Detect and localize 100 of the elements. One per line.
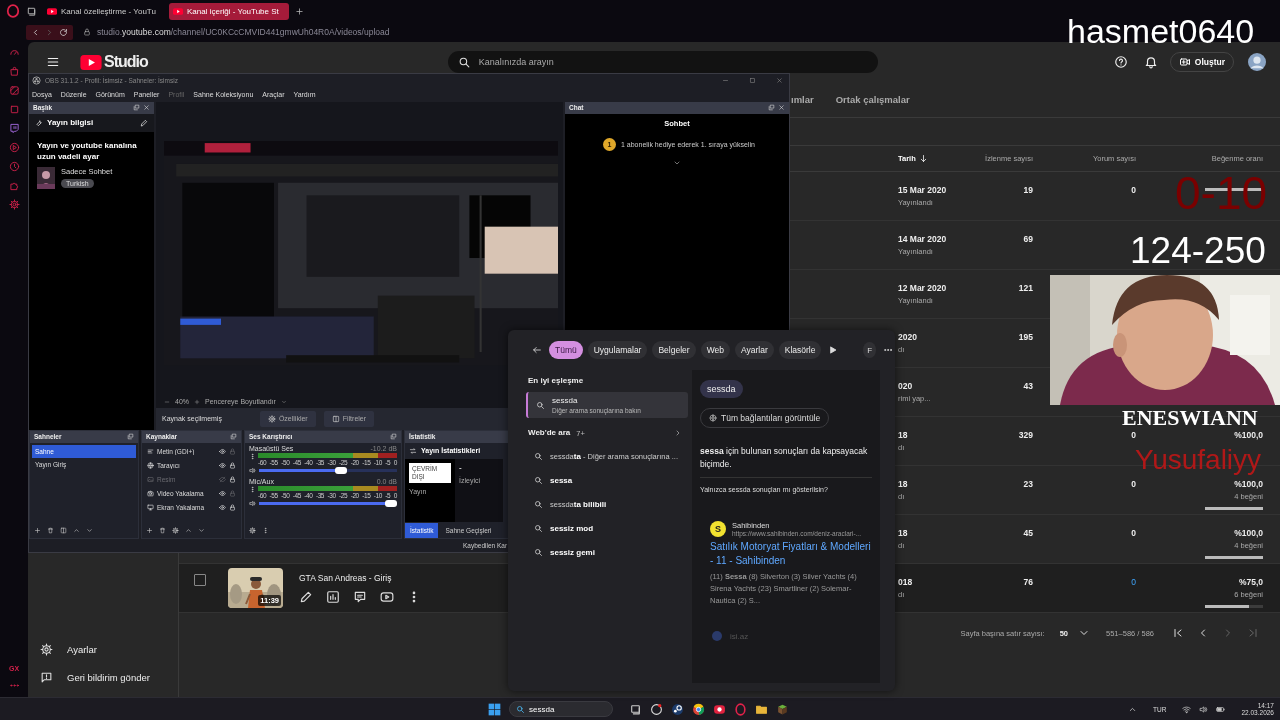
play-logo-icon[interactable]	[80, 54, 102, 70]
checkbox[interactable]	[194, 574, 206, 586]
eye-icon[interactable]	[219, 462, 226, 469]
float-icon[interactable]	[390, 433, 397, 440]
menu-icon[interactable]	[46, 55, 60, 69]
filter-icon[interactable]	[60, 526, 67, 534]
filter-chip[interactable]: Tümü	[549, 341, 583, 359]
filter-chip[interactable]: Web	[700, 341, 730, 359]
chat-icon[interactable]	[8, 123, 20, 134]
float-icon[interactable]	[133, 104, 140, 112]
eye-icon[interactable]	[219, 504, 226, 511]
search-icon	[534, 475, 543, 485]
edit-icon[interactable]	[140, 118, 148, 127]
battery-icon[interactable]	[1216, 704, 1226, 714]
striped-box-icon[interactable]	[8, 85, 20, 96]
round-app-icon[interactable]	[650, 702, 663, 716]
chevron-right-icon[interactable]	[674, 429, 682, 437]
move-up-icon[interactable]	[73, 526, 80, 534]
taskbar-search-field[interactable]: sessda	[509, 701, 613, 717]
filter-chip[interactable]: Klasörle	[778, 341, 822, 359]
move-down-icon[interactable]	[86, 526, 93, 534]
round-app-icon[interactable]	[713, 702, 726, 716]
more-icon[interactable]	[262, 526, 269, 534]
reload-icon[interactable]	[59, 27, 68, 37]
maximize-icon[interactable]	[749, 77, 756, 85]
add-icon[interactable]	[146, 526, 153, 534]
avatar[interactable]	[1248, 53, 1266, 71]
lock-icon[interactable]	[229, 462, 236, 469]
square-icon[interactable]	[8, 104, 20, 115]
notification-icon[interactable]	[1143, 55, 1158, 69]
content-tab[interactable]: ımlar	[791, 85, 814, 114]
address-field[interactable]: studio.youtube.com/channel/UC0KCcCMVID441gmwUh04R0A/videos/upload	[97, 27, 390, 37]
browser-tab[interactable]: Kanal içeriği - YouTube St	[169, 2, 289, 20]
play-icon[interactable]	[828, 345, 839, 355]
eye-icon[interactable]	[219, 490, 226, 497]
search-suggestion[interactable]: sessa	[550, 475, 573, 485]
search-icon[interactable]	[457, 55, 471, 69]
slider-thumb[interactable]	[385, 500, 397, 507]
round-app-icon[interactable]	[692, 702, 705, 716]
close-icon[interactable]	[776, 77, 783, 85]
speaker-icon[interactable]	[249, 467, 256, 474]
back-icon[interactable]	[532, 345, 542, 355]
filter-chip[interactable]: Uygulamalar	[587, 341, 648, 359]
sidebar-item[interactable]: Geri bildirim gönder	[28, 663, 178, 691]
float-icon[interactable]	[127, 433, 134, 440]
content-tab[interactable]: Ortak çalışmalar	[835, 85, 910, 114]
comment-icon[interactable]	[353, 589, 367, 604]
round-app-icon[interactable]	[671, 702, 684, 716]
close-icon[interactable]	[778, 104, 785, 112]
filter-chip[interactable]: Belgeler	[652, 341, 696, 359]
more-icon[interactable]	[249, 485, 256, 493]
move-down-icon[interactable]	[198, 526, 205, 534]
search-suggestion[interactable]: sessiz mod	[550, 523, 594, 533]
close-icon[interactable]	[143, 104, 150, 112]
filter-chip[interactable]: Ayarlar	[734, 341, 774, 359]
lock-icon[interactable]	[229, 504, 236, 511]
wifi-icon[interactable]	[1182, 704, 1192, 714]
browser-logo-icon[interactable]	[734, 702, 747, 716]
add-icon[interactable]	[34, 526, 41, 534]
task-view-icon[interactable]	[629, 702, 642, 716]
settings-icon[interactable]	[8, 199, 20, 210]
delete-icon[interactable]	[47, 526, 54, 534]
float-icon[interactable]	[230, 433, 237, 440]
volume-icon[interactable]	[1199, 704, 1209, 714]
volume-slider[interactable]	[259, 500, 397, 507]
more-icon[interactable]	[249, 452, 256, 460]
slider-thumb[interactable]	[334, 467, 347, 474]
search-field[interactable]: Kanalınızda arayın	[447, 51, 878, 73]
puzzle-icon[interactable]	[8, 180, 20, 191]
create-button[interactable]: Oluştur	[1169, 52, 1234, 72]
overlay-name: Yusufaliyy	[1135, 446, 1262, 474]
delete-icon[interactable]	[159, 526, 166, 534]
lock-icon[interactable]	[229, 476, 236, 483]
like-ratio: %100,0	[1234, 430, 1263, 440]
first-page-icon[interactable]	[1172, 627, 1184, 639]
account-button[interactable]: F	[863, 342, 876, 358]
eye-icon[interactable]	[219, 448, 226, 455]
section-heading: Web'de ara	[527, 427, 571, 439]
sidebar-item[interactable]: Ayarlar	[28, 635, 178, 663]
tab-overview-icon[interactable]	[26, 5, 37, 17]
new-tab-icon[interactable]	[295, 6, 304, 16]
speaker-icon[interactable]	[249, 500, 256, 507]
start-icon[interactable]	[488, 702, 501, 716]
help-icon[interactable]	[1113, 55, 1128, 69]
edit-icon[interactable]	[299, 589, 313, 604]
search-suggestion[interactable]: sessiz gemi	[550, 547, 595, 557]
back-icon[interactable]	[31, 27, 40, 37]
comment-count[interactable]: 0	[1131, 577, 1136, 587]
move-up-icon[interactable]	[185, 526, 192, 534]
browser-logo-icon[interactable]	[6, 4, 20, 18]
bag-icon[interactable]	[8, 66, 20, 77]
play-logo-icon	[47, 7, 57, 15]
play-icon[interactable]	[380, 589, 394, 604]
float-icon[interactable]	[768, 104, 775, 112]
analytics-icon[interactable]	[326, 589, 340, 604]
browser-tab[interactable]: Kanal özelleştirme - YouTu	[43, 2, 163, 20]
query-chip[interactable]: sessda	[700, 380, 743, 398]
video-title[interactable]: GTA San Andreas - Giriş	[299, 572, 421, 583]
cube-icon[interactable]	[776, 702, 789, 716]
clock-icon[interactable]	[8, 161, 20, 172]
